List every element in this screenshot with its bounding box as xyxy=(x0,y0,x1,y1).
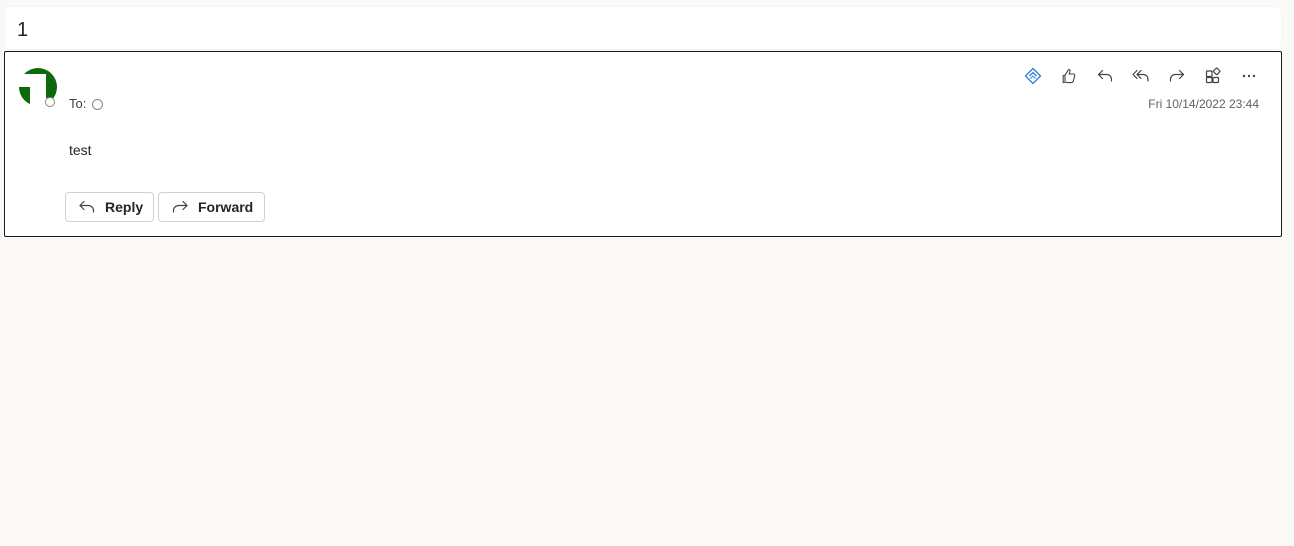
reply-button[interactable]: Reply xyxy=(65,192,154,222)
reply-icon[interactable] xyxy=(1087,64,1123,88)
subject-title: 1 xyxy=(17,19,29,41)
recipient-presence-icon[interactable] xyxy=(92,98,104,110)
forward-button[interactable]: Forward xyxy=(158,192,265,222)
quick-actions: Reply Forward xyxy=(65,192,265,222)
reply-all-icon[interactable] xyxy=(1123,64,1159,88)
message-card[interactable]: To: Fri 10/14/2022 23:44 test Reply Forw… xyxy=(4,51,1282,237)
presence-status-icon xyxy=(45,97,55,107)
reply-icon xyxy=(78,199,96,215)
more-icon[interactable] xyxy=(1231,64,1267,88)
reply-label: Reply xyxy=(105,199,144,215)
apps-icon[interactable] xyxy=(1195,64,1231,88)
message-timestamp: Fri 10/14/2022 23:44 xyxy=(1148,97,1259,111)
subject-bar: 1 xyxy=(5,7,1281,49)
message-toolbar xyxy=(1015,64,1267,88)
like-icon[interactable] xyxy=(1051,64,1087,88)
recipients-row: To: xyxy=(69,96,104,112)
forward-icon[interactable] xyxy=(1159,64,1195,88)
forward-icon xyxy=(171,199,189,215)
forward-label: Forward xyxy=(198,199,254,215)
message-body: test xyxy=(69,142,92,158)
loop-component-icon[interactable] xyxy=(1015,64,1051,88)
to-label: To: xyxy=(69,96,87,111)
